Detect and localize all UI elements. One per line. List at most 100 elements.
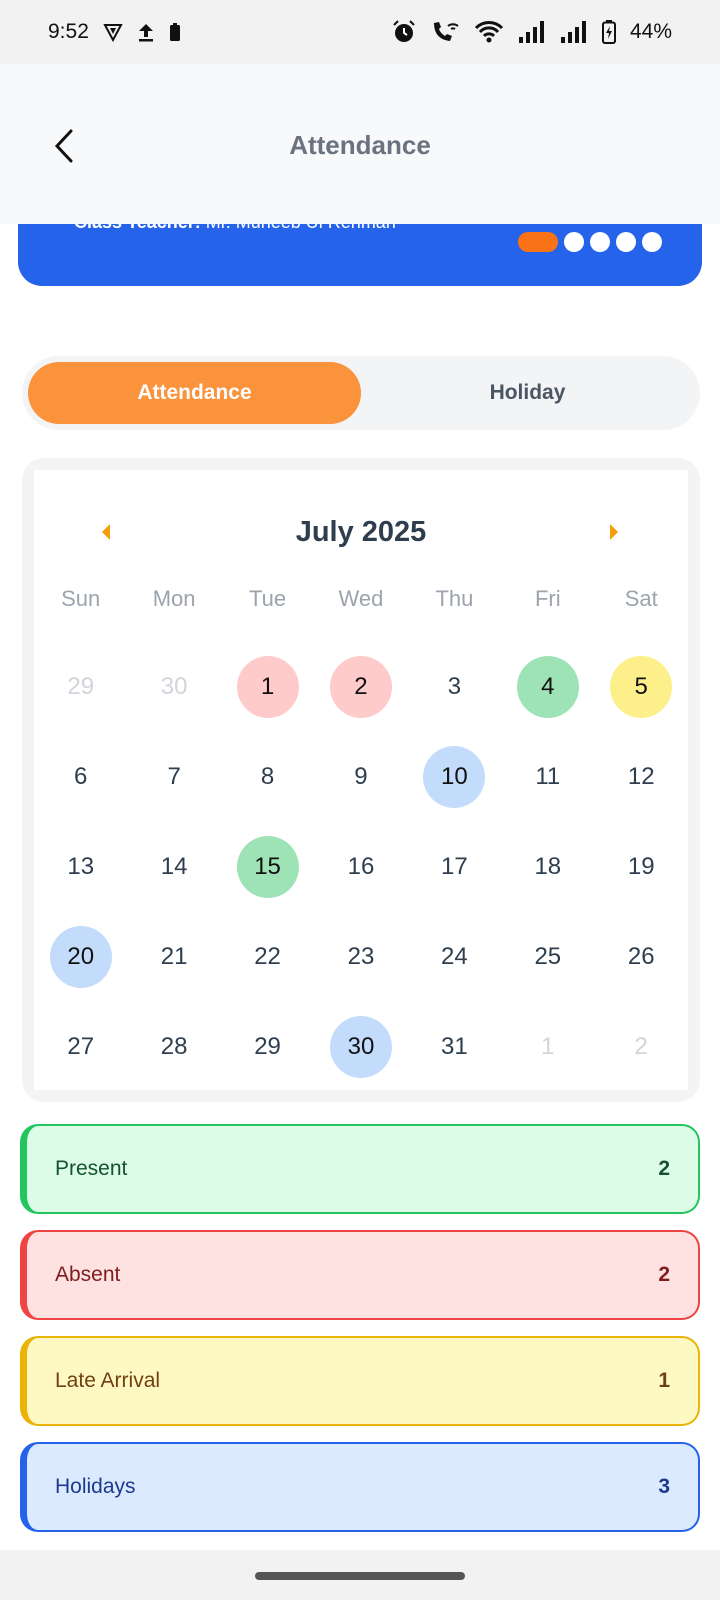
- calendar-day-number: 30: [160, 673, 188, 700]
- calendar-day-number: 14: [160, 853, 188, 880]
- calendar-day-number: 24: [441, 943, 468, 970]
- system-nav-bar: [0, 1550, 720, 1600]
- pager-dot[interactable]: [616, 232, 636, 252]
- calendar-week-row: 27 28 29 30 31 1 2: [34, 1002, 688, 1092]
- calendar-day[interactable]: 14: [127, 822, 220, 912]
- calendar-day[interactable]: 11: [501, 732, 594, 822]
- calendar-day-number: 28: [160, 1033, 188, 1060]
- calendar-day-present[interactable]: 15: [221, 822, 314, 912]
- tab-holiday[interactable]: Holiday: [361, 362, 694, 424]
- calendar-day-other[interactable]: 29: [34, 642, 127, 732]
- calendar-day-number: 9: [354, 763, 368, 790]
- calendar-day-number: 17: [441, 853, 468, 880]
- calendar: July 2025 Sun Mon Tue Wed Thu Fri Sat 29…: [34, 470, 688, 1090]
- weekday-label: Mon: [152, 586, 196, 611]
- calendar-day[interactable]: 22: [221, 912, 314, 1002]
- weekday-label: Sat: [624, 586, 658, 611]
- calendar-day[interactable]: 31: [408, 1002, 501, 1092]
- calendar-day-number: 4: [516, 656, 579, 718]
- calendar-week-row: 29 30 1 2 3 4 5: [34, 642, 688, 732]
- tab-switcher: Attendance Holiday: [22, 356, 700, 430]
- calendar-day-number: 31: [441, 1033, 468, 1060]
- calendar-day-number: 16: [347, 853, 375, 880]
- calendar-day-other[interactable]: 30: [127, 642, 220, 732]
- calendar-day[interactable]: 17: [408, 822, 501, 912]
- prev-month-button[interactable]: [92, 518, 120, 546]
- calendar-day-number: 1: [541, 1033, 555, 1060]
- calendar-day[interactable]: 21: [127, 912, 220, 1002]
- weekday-row: Sun Mon Tue Wed Thu Fri Sat: [34, 586, 688, 612]
- calendar-week-row: 6 7 8 9 10 11 12: [34, 732, 688, 822]
- calendar-day-number: 5: [610, 656, 673, 718]
- calendar-week-row: 20 21 22 23 24 25 26: [34, 912, 688, 1002]
- signal-icon: [560, 21, 588, 43]
- tab-attendance[interactable]: Attendance: [28, 362, 361, 424]
- present-summary-card[interactable]: Present 2: [20, 1124, 700, 1214]
- alarm-icon: [392, 20, 416, 44]
- calendar-day[interactable]: 26: [595, 912, 688, 1002]
- calendar-day[interactable]: 13: [34, 822, 127, 912]
- calendar-day-number: 11: [535, 763, 561, 790]
- app-header: Attendance: [0, 64, 720, 224]
- calendar-day[interactable]: 6: [34, 732, 127, 822]
- calendar-grid: 29 30 1 2 3 4 5 6 7 8 9 10 11 12 13 14 15 16 17 18 19 20 21 22 2…: [34, 642, 688, 1092]
- absent-label: Absent: [55, 1263, 121, 1286]
- late-arrival-summary-card[interactable]: Late Arrival 1: [20, 1336, 700, 1426]
- calendar-day[interactable]: 19: [595, 822, 688, 912]
- calendar-day-number: 8: [260, 763, 275, 790]
- calendar-day[interactable]: 23: [314, 912, 407, 1002]
- pager-dot-active[interactable]: [518, 232, 558, 252]
- pager-dot[interactable]: [642, 232, 662, 252]
- calendar-day-number: 6: [74, 763, 88, 790]
- calendar-day-number: 26: [627, 943, 655, 970]
- calendar-day[interactable]: 9: [314, 732, 407, 822]
- month-title: July 2025: [295, 515, 427, 548]
- late-arrival-count: 1: [658, 1369, 670, 1392]
- calendar-day-number: 18: [534, 853, 562, 880]
- holidays-count: 3: [658, 1475, 670, 1498]
- calendar-day-holiday[interactable]: 10: [408, 732, 501, 822]
- calendar-day-holiday[interactable]: 20: [34, 912, 127, 1002]
- calendar-day[interactable]: 7: [127, 732, 220, 822]
- pager-dot[interactable]: [564, 232, 584, 252]
- caret-left-icon: [102, 524, 110, 540]
- calendar-day-absent[interactable]: 1: [221, 642, 314, 732]
- next-month-button[interactable]: [600, 518, 628, 546]
- calendar-day[interactable]: 27: [34, 1002, 127, 1092]
- calendar-header: July 2025: [34, 504, 688, 560]
- calendar-day-number: 23: [347, 943, 375, 970]
- calendar-day[interactable]: 25: [501, 912, 594, 1002]
- absent-summary-card[interactable]: Absent 2: [20, 1230, 700, 1320]
- calendar-card: July 2025 Sun Mon Tue Wed Thu Fri Sat 29…: [22, 458, 700, 1102]
- home-indicator[interactable]: [255, 1572, 465, 1580]
- calendar-day[interactable]: 28: [127, 1002, 220, 1092]
- calendar-day-other[interactable]: 2: [595, 1002, 688, 1092]
- calendar-day[interactable]: 16: [314, 822, 407, 912]
- calendar-day-number: 21: [160, 943, 188, 970]
- calendar-day-number: 27: [67, 1033, 95, 1060]
- vpn-shield-icon: [103, 22, 123, 42]
- calendar-day-number: 13: [67, 853, 95, 880]
- calendar-day[interactable]: 12: [595, 732, 688, 822]
- holidays-summary-card[interactable]: Holidays 3: [20, 1442, 700, 1532]
- calendar-day-number: 15: [236, 836, 299, 898]
- calendar-day[interactable]: 8: [221, 732, 314, 822]
- calendar-day-absent[interactable]: 2: [314, 642, 407, 732]
- status-bar: 9:52 44%: [0, 0, 720, 64]
- caret-right-icon: [610, 524, 618, 540]
- present-count: 2: [658, 1157, 670, 1180]
- weekday-label: Fri: [534, 586, 561, 611]
- status-left: 9:52: [48, 20, 181, 44]
- calendar-day-other[interactable]: 1: [501, 1002, 594, 1092]
- calendar-day-holiday[interactable]: 30: [314, 1002, 407, 1092]
- calendar-day-number: 22: [254, 943, 281, 970]
- calendar-day[interactable]: 18: [501, 822, 594, 912]
- banner-pager: [518, 232, 662, 252]
- pager-dot[interactable]: [590, 232, 610, 252]
- calendar-day-present[interactable]: 4: [501, 642, 594, 732]
- calendar-day[interactable]: 24: [408, 912, 501, 1002]
- calendar-day[interactable]: 3: [408, 642, 501, 732]
- calendar-day-number: 29: [254, 1033, 281, 1060]
- calendar-day[interactable]: 29: [221, 1002, 314, 1092]
- calendar-day-late[interactable]: 5: [595, 642, 688, 732]
